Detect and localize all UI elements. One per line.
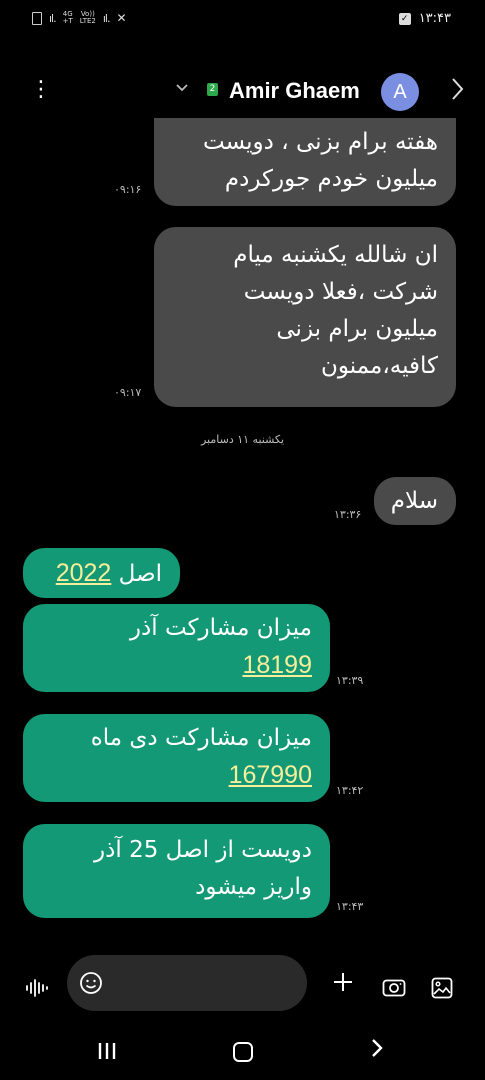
mute-icon: ✕	[116, 11, 127, 25]
lte-label: LTE2	[79, 17, 96, 25]
number-link[interactable]: 2022	[56, 559, 112, 587]
home-icon[interactable]	[233, 1042, 253, 1062]
message-line: ان شالله یکشنبه میام	[233, 242, 438, 268]
status-icons-left: ıl. 4G +T Vo)) LTE2 ıl. ✕	[32, 11, 127, 25]
composer	[0, 950, 485, 1020]
message-bubble-incoming[interactable]: هفته برام بزنی ، دویست میلیون خودم جورکر…	[154, 118, 456, 206]
status-icons-right: ✓ ۱۳:۴۳	[398, 11, 451, 26]
chevron-down-icon[interactable]	[175, 82, 189, 97]
message-time: ۱۳:۴۲	[336, 784, 364, 797]
contact-name[interactable]: Amir Ghaem	[229, 78, 360, 104]
message-bubble-incoming[interactable]: سلام	[374, 477, 456, 525]
camera-icon[interactable]	[382, 977, 406, 1001]
chevron-right-icon[interactable]	[450, 76, 464, 108]
number-link[interactable]: 167990	[229, 761, 312, 789]
message-time: ۰۹:۱۷	[114, 386, 142, 399]
message-line: میزان مشارکت آذر	[129, 615, 312, 641]
system-nav-bar	[0, 1030, 485, 1080]
status-bar: ıl. 4G +T Vo)) LTE2 ıl. ✕ ✓ ۱۳:۴۳	[0, 0, 485, 40]
message-text: اصل	[118, 561, 162, 587]
checkbox-notification-icon: ✓	[398, 12, 411, 25]
menu-icon[interactable]: ⋮	[30, 79, 52, 102]
gallery-icon[interactable]	[431, 977, 453, 1003]
message-time: ۱۳:۳۶	[334, 508, 362, 521]
plus-icon[interactable]	[331, 970, 355, 994]
message-bubble-outgoing[interactable]: میزان مشارکت آذر 18199	[23, 604, 330, 692]
back-icon[interactable]	[370, 1036, 384, 1066]
message-line: میزان مشارکت دی ماه	[90, 725, 312, 751]
message-bubble-incoming[interactable]: ان شالله یکشنبه میام شرکت ،فعلا دویست می…	[154, 227, 456, 407]
sim-badge: 2	[207, 83, 218, 96]
message-line: میلیون برام بزنی	[276, 316, 438, 342]
message-time: ۰۹:۱۶	[114, 183, 142, 196]
number-link[interactable]: 18199	[242, 651, 312, 679]
message-line: سلام	[390, 488, 438, 514]
message-time: ۱۳:۳۹	[336, 674, 364, 687]
message-line: شرکت ،فعلا دویست	[243, 279, 438, 305]
network-type: 4G +T	[63, 11, 73, 25]
voice-icon[interactable]	[25, 978, 49, 1002]
recent-apps-icon[interactable]	[97, 1042, 117, 1064]
signal-icon: ıl.	[49, 11, 57, 25]
date-separator: یکشنبه ۱۱ دسامبر	[200, 433, 285, 446]
message-line: کافیه،ممنون	[321, 353, 438, 379]
message-input[interactable]	[67, 955, 307, 1011]
avatar[interactable]: A	[381, 73, 419, 111]
volte-indicator: Vo)) LTE2	[80, 11, 96, 25]
message-line: هفته برام بزنی ، دویست	[203, 129, 438, 155]
emoji-icon[interactable]	[79, 971, 103, 995]
message-time: ۱۳:۴۳	[336, 900, 364, 913]
status-time: ۱۳:۴۳	[418, 11, 451, 26]
conversation-header: ⋮ 2 Amir Ghaem A	[0, 68, 485, 114]
message-bubble-outgoing[interactable]: میزان مشارکت دی ماه 167990	[23, 714, 330, 802]
message-bubble-outgoing[interactable]: دویست از اصل 25 آذر واریز میشود	[23, 824, 330, 918]
message-bubble-outgoing[interactable]: اصل 2022	[23, 548, 180, 598]
signal-2-icon: ıl.	[102, 11, 111, 25]
sim-card-icon	[32, 11, 42, 25]
network-sub-label: +T	[62, 17, 73, 25]
message-line: واریز میشود	[195, 874, 312, 900]
message-line: دویست از اصل 25 آذر	[94, 837, 312, 863]
message-line: میلیون خودم جورکردم	[224, 166, 438, 192]
